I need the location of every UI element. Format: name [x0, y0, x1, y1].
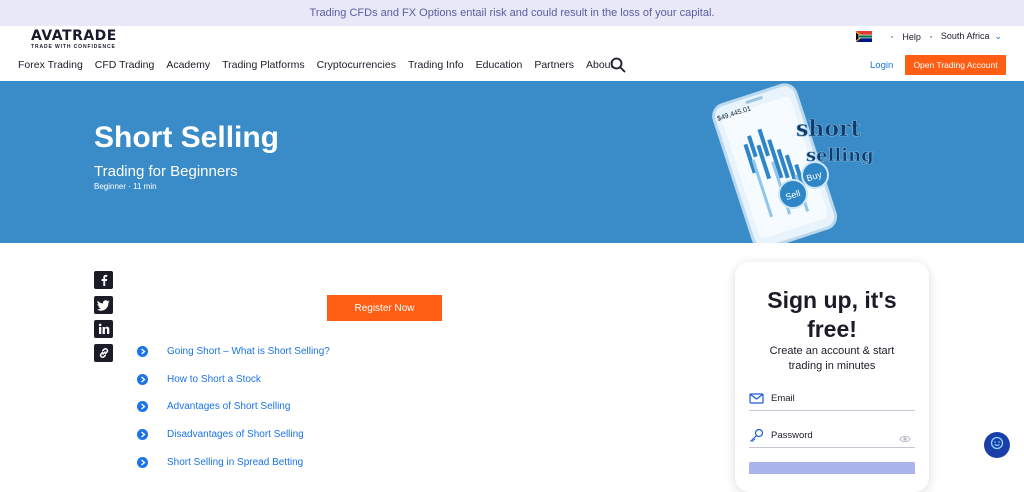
nav-item-trading-platforms[interactable]: Trading Platforms [222, 59, 304, 71]
separator-dot [891, 35, 894, 38]
nav-item-forex-trading[interactable]: Forex Trading [18, 59, 83, 71]
toc-item-label: How to Short a Stock [167, 374, 261, 385]
toc-item[interactable]: Advantages of Short Selling [137, 401, 290, 412]
article-duration: 11 min [133, 182, 157, 191]
signup-title-line1: Sign up, it's [767, 287, 897, 313]
chevron-right-icon [137, 346, 148, 357]
linkedin-icon[interactable] [94, 320, 113, 338]
chevron-right-icon [137, 401, 148, 412]
toc-item-label: Going Short – What is Short Selling? [167, 346, 330, 357]
risk-warning-bar: Trading CFDs and FX Options entail risk … [0, 0, 1024, 26]
toc-item[interactable]: How to Short a Stock [137, 374, 261, 385]
login-link[interactable]: Login [870, 60, 893, 71]
key-icon [749, 428, 764, 443]
nav-menu: Forex Trading CFD Trading Academy Tradin… [18, 59, 625, 71]
toc-item-label: Advantages of Short Selling [167, 401, 291, 412]
avatrade-logo[interactable]: AVATRADE TRADE WITH CONFIDENCE [31, 29, 117, 50]
signup-title-line2: free! [807, 316, 857, 342]
signup-subtitle-line1: Create an account & start [769, 345, 895, 357]
chevron-right-icon [137, 374, 148, 385]
open-trading-account-button[interactable]: Open Trading Account [905, 55, 1006, 75]
copy-link-icon[interactable] [94, 344, 113, 362]
signup-submit-button[interactable] [749, 462, 915, 474]
hero-banner: Short Selling Trading for Beginners Begi… [0, 81, 1024, 243]
page-title: Short Selling [94, 121, 280, 154]
toc-item-label: Short Selling in Spread Betting [167, 457, 304, 468]
toc-item-label: Disadvantages of Short Selling [167, 429, 304, 440]
envelope-icon [749, 391, 764, 406]
nav-item-trading-info[interactable]: Trading Info [408, 59, 464, 71]
password-field[interactable] [771, 430, 891, 441]
signup-title: Sign up, it's free! [735, 286, 929, 344]
nav-item-cryptocurrencies[interactable]: Cryptocurrencies [317, 59, 396, 71]
chevron-right-icon [137, 457, 148, 468]
chevron-down-icon: ⌄ [994, 31, 1002, 41]
hero-art-word-short: short [796, 116, 862, 142]
chevron-right-icon [137, 429, 148, 440]
chat-bubble-icon [990, 436, 1004, 455]
search-icon[interactable] [610, 57, 626, 73]
page-subtitle: Trading for Beginners [94, 163, 238, 180]
article-level: Beginner [94, 182, 127, 191]
toc-item[interactable]: Disadvantages of Short Selling [137, 429, 304, 440]
article-meta: Beginner · 11 min [94, 182, 157, 191]
signup-subtitle-line2: trading in minutes [788, 360, 876, 372]
logo-wordmark: AVATRADE [31, 28, 117, 44]
utility-links: Help South Africa ⌄ [856, 31, 1002, 42]
separator-dot [929, 35, 932, 38]
register-now-button[interactable]: Register Now [327, 295, 442, 321]
short-selling-phone-illustration: $49,445.01 short selling Buy Sell [690, 81, 920, 243]
main-nav: Forex Trading CFD Trading Academy Tradin… [0, 50, 1024, 81]
region-label: South Africa [940, 31, 990, 41]
risk-warning-text: Trading CFDs and FX Options entail risk … [309, 7, 715, 19]
signup-subtitle: Create an account & start trading in min… [735, 344, 929, 374]
signup-card: Sign up, it's free! Create an account & … [735, 262, 929, 492]
toc-item[interactable]: Short Selling in Spread Betting [137, 457, 303, 468]
show-password-eye-icon[interactable] [899, 431, 911, 443]
south-africa-flag-icon [856, 31, 873, 42]
twitter-icon[interactable] [94, 296, 113, 314]
top-utility-bar: AVATRADE TRADE WITH CONFIDENCE Help Sout… [0, 26, 1024, 50]
email-field[interactable] [771, 393, 891, 404]
toc-item[interactable]: Going Short – What is Short Selling? [137, 346, 330, 357]
password-field-row [749, 424, 915, 448]
chat-support-button[interactable] [984, 432, 1010, 458]
facebook-icon[interactable] [94, 271, 113, 289]
nav-item-partners[interactable]: Partners [534, 59, 574, 71]
help-link[interactable]: Help [902, 32, 921, 42]
region-selector[interactable]: South Africa ⌄ [941, 31, 1002, 42]
email-field-row [749, 387, 915, 411]
nav-item-education[interactable]: Education [476, 59, 523, 71]
nav-item-cfd-trading[interactable]: CFD Trading [95, 59, 155, 71]
nav-item-academy[interactable]: Academy [166, 59, 210, 71]
